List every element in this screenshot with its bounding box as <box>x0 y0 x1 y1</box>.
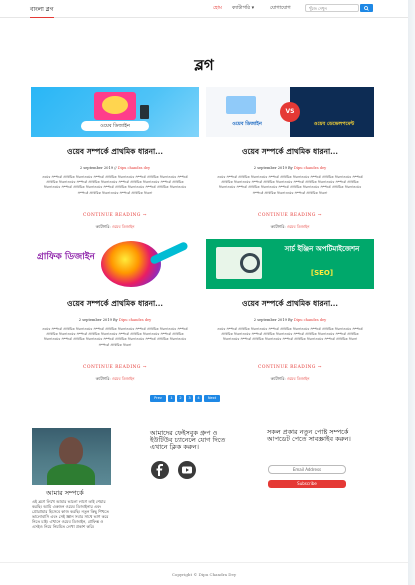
post-meta: 2 september 2019 // Dipu chandra dey <box>31 166 199 170</box>
category-link[interactable]: ওয়েব ডিজাইন <box>112 224 135 229</box>
pagination-page[interactable]: 4 <box>195 395 202 402</box>
post-thumbnail[interactable]: VS ওয়েব ডিজাইন ওয়েব ডেভেলপমেন্ট <box>206 87 374 137</box>
shirt-shape <box>47 464 95 485</box>
facebook-button[interactable] <box>151 461 169 479</box>
post-meta: 2 september 2019 By Dipu chandra dey <box>31 318 199 322</box>
post-category: ক্যাটাগরি: ওয়েব ডিজাইন <box>31 224 199 231</box>
post-thumbnail[interactable]: সার্চ ইঞ্জিন অপটিমাইজেশন [SEO] <box>206 239 374 289</box>
thumb-sublabel: [SEO] <box>310 269 334 277</box>
head-shape <box>59 437 83 465</box>
post-title[interactable]: ওয়েব সম্পর্কে প্রাথমিক ধারনা... <box>206 147 374 159</box>
pagination-page[interactable]: 1 <box>168 395 175 402</box>
copyright: Copyright © Dipu Chandra Dey <box>171 572 237 577</box>
nav-item-contact[interactable]: যোগাযোগ <box>270 5 291 13</box>
category-label: ক্যাটাগরি: <box>270 224 287 229</box>
paint-splash <box>101 241 161 287</box>
design-graphic <box>226 96 256 114</box>
post-meta: 2 september 2019 By Dipu chandra dey <box>206 166 374 170</box>
pagination-prev[interactable]: Prev <box>150 395 166 402</box>
pagination-page[interactable]: 2 <box>177 395 184 402</box>
post-author[interactable]: Dipu chandra dey <box>294 318 326 322</box>
thumb-right-panel <box>290 87 374 137</box>
post-title[interactable]: ওয়েব সম্পর্কে প্রাথমিক ধারনা... <box>31 299 199 311</box>
thumb-label-left: ওয়েব ডিজাইন <box>232 121 262 127</box>
pagination: Prev 1 2 3 4 Next <box>150 395 220 402</box>
post-card: গ্রাফিক ডিজাইন ওয়েব সম্পর্কে প্রাথমিক ধ… <box>31 239 199 383</box>
post-category: ক্যাটাগরি: ওয়েব ডিজাইন <box>31 376 199 383</box>
post-author[interactable]: Dipu chandra dey <box>294 166 326 170</box>
pagination-page[interactable]: 3 <box>186 395 193 402</box>
read-more-link[interactable]: CONTINUE READING → <box>83 365 147 370</box>
post-author[interactable]: Dipu chandra dey <box>118 166 150 170</box>
post-card: সার্চ ইঞ্জিন অপটিমাইজেশন [SEO] ওয়েব সম্… <box>206 239 374 383</box>
footer-divider <box>0 562 408 563</box>
post-category: ক্যাটাগরি: ওয়েব ডিজাইন <box>206 376 374 383</box>
phone-shape <box>140 105 149 119</box>
email-field[interactable]: Email Address <box>268 465 346 474</box>
post-date: 2 september 2019 By <box>253 318 294 322</box>
post-date: 2 september 2019 // <box>79 166 118 170</box>
post-thumbnail[interactable]: গ্রাফিক ডিজাইন <box>31 239 199 289</box>
thumb-label: সার্চ ইঞ্জিন অপটিমাইজেশন <box>284 244 360 253</box>
post-excerpt: ওয়েব সম্পর্কে প্রাথমিক ধারনাওয়েব সম্পর… <box>42 175 188 195</box>
post-author[interactable]: Dipu chandra dey <box>119 318 151 322</box>
profile-photo <box>32 428 111 485</box>
magnifier-shape <box>240 253 260 273</box>
youtube-button[interactable] <box>178 461 196 479</box>
pagination-next[interactable]: Next <box>204 395 220 402</box>
circle-shape <box>102 96 128 114</box>
read-more-link[interactable]: CONTINUE READING → <box>258 365 322 370</box>
about-text: এই ব্লগে লিখে আমার ভালো লাগে তাই শেয়ার … <box>32 499 109 529</box>
social-heading: আমাদের ফেইসবুক গ্রুপ ও ইউটিউব চ্যানেলে য… <box>150 429 226 451</box>
read-more-link[interactable]: CONTINUE READING → <box>83 213 147 218</box>
site-header: বাংলা ব্লগ হোম ক্যাটাগরি ▾ যোগাযোগ <box>0 0 408 18</box>
nav-item-home[interactable]: হোম <box>213 5 222 13</box>
category-label: ক্যাটাগরি: <box>270 376 287 381</box>
category-link[interactable]: ওয়েব ডিজাইন <box>112 376 135 381</box>
read-more-link[interactable]: CONTINUE READING → <box>258 213 322 218</box>
background-strip <box>408 0 415 585</box>
category-label: ক্যাটাগরি: <box>95 376 112 381</box>
post-excerpt: ওয়েব সম্পর্কে প্রাথমিক ধারনাওয়েব সম্পর… <box>42 327 188 347</box>
post-thumbnail[interactable]: ওয়েব ডিজাইন <box>31 87 199 137</box>
youtube-icon <box>182 466 192 474</box>
search-input[interactable] <box>305 4 359 12</box>
vs-badge: VS <box>280 102 300 122</box>
thumb-label-right: ওয়েব ডেভেলপমেন্ট <box>313 121 355 127</box>
facebook-icon <box>156 464 163 476</box>
post-excerpt: ওয়েব সম্পর্কে প্রাথমিক ধারনাওয়েব সম্পর… <box>217 327 363 342</box>
site-logo[interactable]: বাংলা ব্লগ <box>30 4 54 18</box>
post-card: VS ওয়েব ডিজাইন ওয়েব ডেভেলপমেন্ট ওয়েব … <box>206 87 374 231</box>
post-date: 2 september 2019 By <box>78 318 119 322</box>
post-excerpt: ওয়েব সম্পর্কে প্রাথমিক ধারনাওয়েব সম্পর… <box>217 175 363 195</box>
thumb-label: ওয়েব ডিজাইন <box>81 121 149 131</box>
category-link[interactable]: ওয়েব ডিজাইন <box>287 224 310 229</box>
page-title: ব্লগ <box>194 56 214 74</box>
post-category: ক্যাটাগরি: ওয়েব ডিজাইন <box>206 224 374 231</box>
post-title[interactable]: ওয়েব সম্পর্কে প্রাথমিক ধারনা... <box>31 147 199 159</box>
post-meta: 2 september 2019 By Dipu chandra dey <box>206 318 374 322</box>
subscribe-heading: সকল প্রকার নতুন পোষ্ট সম্পর্কে আপডেট পেত… <box>267 428 351 443</box>
about-heading: আমার সম্পর্কে <box>46 489 84 497</box>
search-icon <box>364 5 369 11</box>
search-button[interactable] <box>360 4 373 12</box>
post-card: ওয়েব ডিজাইন ওয়েব সম্পর্কে প্রাথমিক ধার… <box>31 87 199 231</box>
thumb-label: গ্রাফিক ডিজাইন <box>37 252 95 262</box>
post-date: 2 september 2019 By <box>253 166 294 170</box>
subscribe-button[interactable]: Subscribe <box>268 480 346 488</box>
nav-item-category[interactable]: ক্যাটাগরি ▾ <box>232 5 254 13</box>
post-title[interactable]: ওয়েব সম্পর্কে প্রাথমিক ধারনা... <box>206 299 374 311</box>
category-link[interactable]: ওয়েব ডিজাইন <box>287 376 310 381</box>
category-label: ক্যাটাগরি: <box>95 224 112 229</box>
page: বাংলা ব্লগ হোম ক্যাটাগরি ▾ যোগাযোগ ব্লগ … <box>0 0 408 585</box>
